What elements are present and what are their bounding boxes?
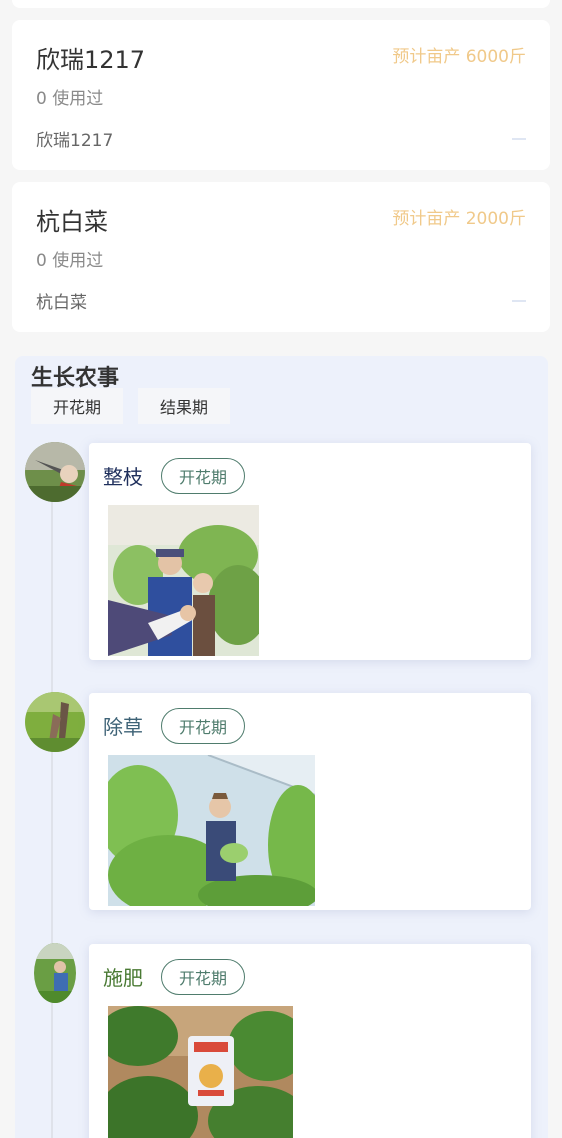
pruning-photo-icon[interactable] <box>108 505 259 656</box>
previous-card <box>12 0 550 8</box>
variety-name: 欣瑞1217 <box>36 46 146 74</box>
tab-flowering[interactable]: 开花期 <box>31 388 123 424</box>
collapse-dash-icon[interactable] <box>512 300 526 302</box>
fertilizing-avatar-icon <box>34 943 76 1003</box>
variety-subtitle: 杭白菜 <box>36 293 87 313</box>
event-name: 除草 <box>103 715 143 739</box>
weeding-avatar-icon <box>25 692 85 752</box>
variety-card[interactable]: 杭白菜 预计亩产 2000斤 0 使用过 杭白菜 <box>12 182 550 332</box>
event-name: 施肥 <box>103 966 143 990</box>
stage-badge: 开花期 <box>161 458 245 494</box>
pruning-avatar-icon <box>25 442 85 502</box>
stage-badge: 开花期 <box>161 708 245 744</box>
variety-name: 杭白菜 <box>36 208 108 236</box>
tab-fruiting[interactable]: 结果期 <box>138 388 230 424</box>
farm-event-card[interactable]: 整枝 开花期 <box>89 443 531 660</box>
variety-subtitle: 欣瑞1217 <box>36 131 114 151</box>
stage-badge: 开花期 <box>161 959 245 995</box>
variety-used-count: 0 使用过 <box>36 251 104 271</box>
collapse-dash-icon[interactable] <box>512 138 526 140</box>
fertilizing-photo-icon[interactable] <box>108 1006 293 1138</box>
variety-yield: 预计亩产 2000斤 <box>392 209 526 229</box>
weeding-photo-icon[interactable] <box>108 755 315 906</box>
farm-event-card[interactable]: 施肥 开花期 <box>89 944 531 1138</box>
growth-farm-work-panel: 生长农事 开花期 结果期 整枝 开花期 除草 开花期 施肥 开花期 <box>15 356 548 1138</box>
variety-card[interactable]: 欣瑞1217 预计亩产 6000斤 0 使用过 欣瑞1217 <box>12 20 550 170</box>
farm-event-card[interactable]: 除草 开花期 <box>89 693 531 910</box>
variety-used-count: 0 使用过 <box>36 89 104 109</box>
timeline-line <box>51 466 53 1138</box>
variety-yield: 预计亩产 6000斤 <box>392 47 526 67</box>
event-name: 整枝 <box>103 465 143 489</box>
